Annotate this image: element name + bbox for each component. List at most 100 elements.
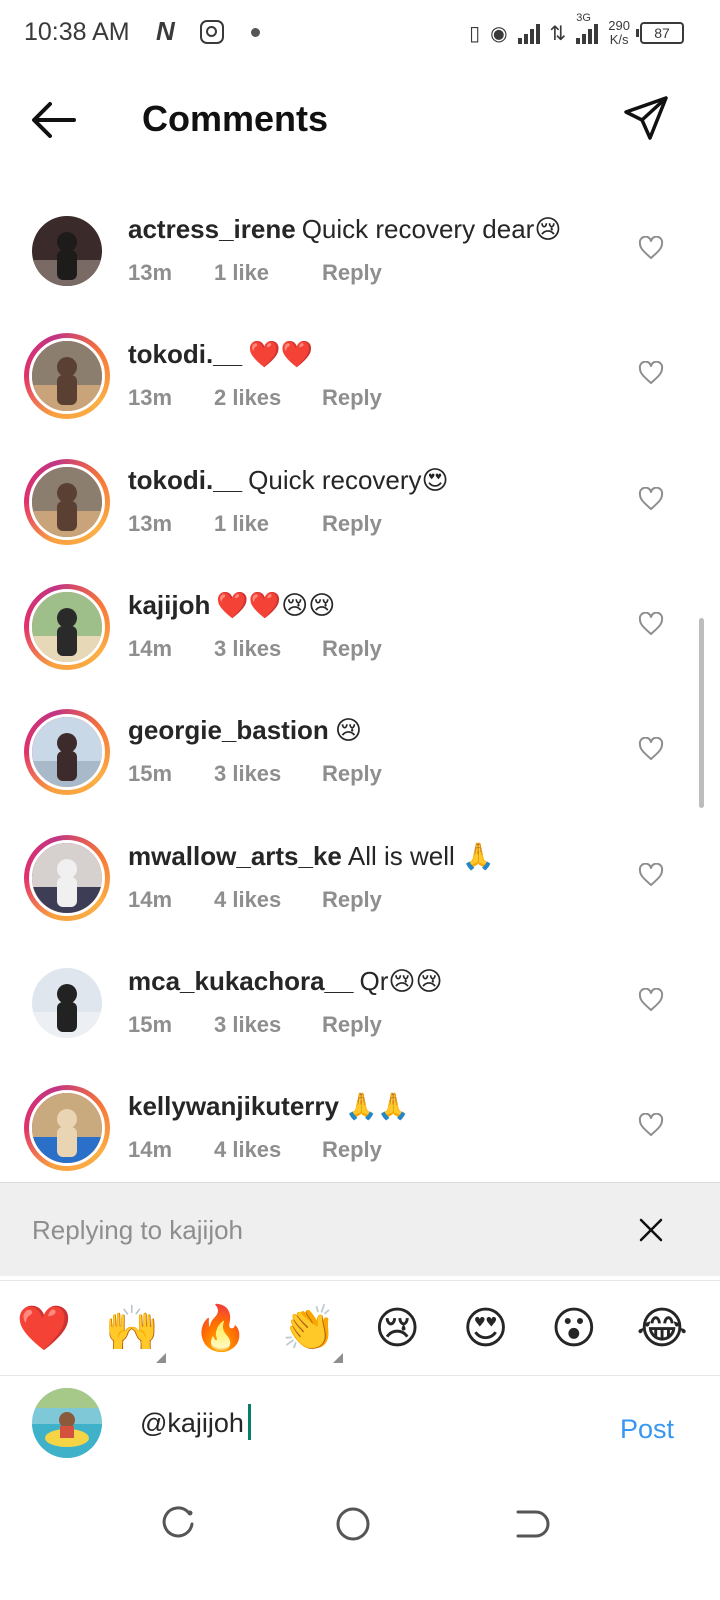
comments-list[interactable]: actress_irene Quick recovery dear😢 13m 1 li… [0,188,720,1178]
comment-item[interactable]: georgie_bastion 😢 15m 3 likes Reply [0,689,720,814]
comment-username[interactable]: kajijoh [128,590,210,620]
avatar[interactable] [32,967,102,1038]
comment-username[interactable]: actress_irene [128,214,296,244]
like-heart-icon[interactable] [638,1113,664,1137]
reply-button[interactable]: Reply [322,1137,382,1163]
comment-likes[interactable]: 4 likes [214,1137,322,1163]
reply-button[interactable]: Reply [322,1012,382,1038]
heart-eyes-emoji[interactable]: 😍 [458,1301,514,1357]
red-heart-emoji[interactable]: ❤️ [16,1301,72,1357]
recents-nav-icon[interactable] [158,1504,198,1544]
comment-text: kellywanjikuterry 🙏🙏 [128,1091,410,1122]
comment-input[interactable]: @kajijoh [140,1404,251,1440]
comment-time: 13m [128,260,173,285]
signal-strength-icon [576,22,599,44]
comment-meta: 15m 3 likes Reply [128,761,382,787]
signal-strength-icon [517,22,540,44]
avatar[interactable] [29,1090,105,1167]
vibrate-icon: ▯ [469,22,481,45]
avatar[interactable] [29,588,105,665]
avatar[interactable] [29,839,105,916]
avatar-story-ring[interactable] [24,709,110,796]
like-heart-icon[interactable] [638,361,664,385]
comment-likes[interactable]: 3 likes [214,636,322,662]
comment-meta: 13m 2 likes Reply [128,385,382,411]
reply-button[interactable]: Reply [322,385,382,411]
comment-likes[interactable]: 2 likes [214,385,322,411]
avatar[interactable] [29,463,105,540]
paper-plane-icon[interactable] [622,94,670,142]
comment-item[interactable]: kajijoh ❤️❤️😢😢 14m 3 likes Reply [0,564,720,689]
scrollbar[interactable] [699,618,704,808]
comment-meta: 15m 3 likes Reply [128,1012,382,1038]
like-heart-icon[interactable] [638,236,664,260]
surprised-face-emoji[interactable]: 😮 [546,1301,602,1357]
like-heart-icon[interactable] [638,486,664,511]
network-type-label: 3G [576,12,591,24]
like-heart-icon[interactable] [638,611,664,636]
comment-item[interactable]: tokodi.__ Quick recovery😍 13m 1 like Reply [0,439,720,564]
comment-item[interactable]: tokodi.__ ❤️❤️ 13m 2 likes Reply [0,313,720,438]
comment-username[interactable]: tokodi.__ [128,465,242,495]
comment-likes[interactable]: 1 like [214,260,322,286]
post-button[interactable]: Post [620,1414,674,1445]
comment-text: kajijoh ❤️❤️😢😢 [128,590,335,621]
comment-username[interactable]: mca_kukachora__ [128,966,353,996]
comment-time: 14m [128,886,173,912]
clapping-hands-emoji[interactable]: 👏 [281,1301,337,1357]
avatar-wrapper[interactable] [24,208,110,294]
avatar-wrapper[interactable] [24,960,110,1046]
comment-item[interactable]: mca_kukachora__ Qr😢😢 15m 3 likes Reply [0,940,720,1065]
avatar[interactable] [32,216,102,286]
comment-body: Quick recovery dear😢 [301,214,562,244]
close-icon[interactable] [638,1217,664,1243]
comment-text: georgie_bastion 😢 [128,715,362,746]
home-nav-icon[interactable] [333,1504,373,1544]
avatar[interactable] [29,714,105,791]
comment-likes[interactable]: 4 likes [214,887,322,913]
avatar-story-ring[interactable] [24,333,110,420]
avatar-story-ring[interactable] [24,1085,110,1172]
comment-username[interactable]: georgie_bastion [128,715,329,745]
comment-item[interactable]: mwallow_arts_ke All is well 🙏 14m 4 likes Re… [0,815,720,940]
comment-likes[interactable]: 3 likes [214,1012,322,1038]
hotspot-icon: ◉ [490,22,508,45]
comment-text: actress_irene Quick recovery dear😢 [128,214,561,245]
avatar-story-ring[interactable] [24,458,110,545]
replying-to-label: Replying to kajijoh [32,1215,244,1245]
tears-of-joy-emoji[interactable]: 😂 [634,1301,690,1357]
text-caret [247,1404,251,1440]
comment-username[interactable]: kellywanjikuterry [128,1091,339,1121]
avatar-story-ring[interactable] [24,583,110,670]
battery-icon: 87 [636,22,684,44]
comment-likes[interactable]: 3 likes [214,761,322,787]
arrow-left-icon[interactable] [28,98,78,142]
quick-emoji-bar: ❤️ 🙌 🔥 👏 😢 😍 😮 😂 [0,1280,720,1376]
fire-emoji[interactable]: 🔥 [193,1301,249,1357]
like-heart-icon[interactable] [638,862,664,887]
comment-likes[interactable]: 1 like [214,511,322,537]
data-transfer-icon: ⇅ [549,22,567,45]
reply-button[interactable]: Reply [322,511,382,537]
comment-time: 15m [128,761,173,787]
comment-meta: 13m 1 like Reply [128,260,382,286]
page-title: Comments [142,98,329,139]
raising-hands-emoji[interactable]: 🙌 [104,1301,160,1357]
comment-item[interactable]: actress_irene Quick recovery dear😢 13m 1 li… [0,188,720,313]
comment-meta: 14m 4 likes Reply [128,1137,382,1163]
reply-button[interactable]: Reply [322,887,382,913]
avatar[interactable] [29,338,105,415]
comment-item[interactable]: kellywanjikuterry 🙏🙏 14m 4 likes Reply [0,1065,720,1178]
reply-button[interactable]: Reply [322,636,382,662]
avatar-story-ring[interactable] [24,834,110,921]
like-heart-icon[interactable] [638,987,664,1012]
comment-meta: 14m 3 likes Reply [128,636,382,662]
like-heart-icon[interactable] [638,737,664,761]
comment-composer: @kajijoh Post [0,1378,720,1478]
comment-username[interactable]: tokodi.__ [128,339,242,369]
reply-button[interactable]: Reply [322,260,382,286]
reply-button[interactable]: Reply [322,761,382,787]
back-nav-icon[interactable] [510,1504,550,1544]
comment-username[interactable]: mwallow_arts_ke [128,841,342,871]
crying-face-emoji[interactable]: 😢 [369,1301,425,1357]
